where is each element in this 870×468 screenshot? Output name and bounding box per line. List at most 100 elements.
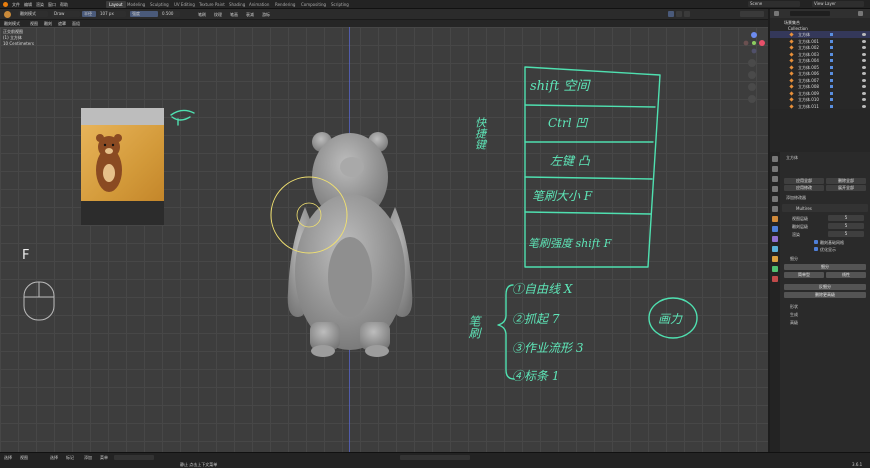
tab-shading[interactable]: Shading [226,1,248,8]
simple-button[interactable]: 简单型 [784,272,824,278]
blender-logo-icon[interactable] [3,2,8,7]
tab-animation[interactable]: Animation [246,1,272,8]
particles-tab-icon[interactable] [772,236,778,242]
generate-section[interactable]: 生成 [790,312,798,318]
render-tab-icon[interactable] [772,166,778,172]
tab-texture-paint[interactable]: Texture Paint [196,1,228,8]
visibility-eye-icon[interactable] [862,85,866,88]
pan-icon[interactable] [748,71,756,79]
menu-edit[interactable]: 编辑 [24,2,32,8]
modifier-wrench-icon[interactable] [830,85,833,88]
visibility-eye-icon[interactable] [862,98,866,101]
modifier-wrench-icon[interactable] [830,52,833,56]
zoom-icon[interactable] [748,59,756,67]
symmetry-x-button[interactable] [668,11,674,17]
camera-icon[interactable] [748,83,756,91]
visibility-eye-icon[interactable] [862,33,866,36]
tab-scripting[interactable]: Scripting [328,1,352,8]
3d-viewport[interactable]: 正交前视图 (1) 立方体 10 Centimeters F 快捷键 shift… [0,27,768,452]
scene-selector[interactable]: Scene [748,1,800,7]
world-tab-icon[interactable] [772,206,778,212]
shape-section[interactable]: 形状 [790,304,798,310]
tab-modeling[interactable]: Modeling [124,1,148,8]
symmetry-y-button[interactable] [676,11,682,17]
bottom-add-menu[interactable]: 添加 [84,455,92,461]
output-tab-icon[interactable] [772,176,778,182]
optimal-display-checkbox[interactable] [814,247,818,251]
mode-selector[interactable]: 雕刻模式 [18,11,48,17]
brush-selector[interactable]: Draw [52,11,80,17]
modifier-header[interactable]: Multires [782,204,868,212]
perspective-toggle-icon[interactable] [748,95,756,103]
symmetry-z-button[interactable] [684,11,690,17]
subdivision-section[interactable]: 细分 [790,256,798,262]
visibility-eye-icon[interactable] [862,39,866,43]
modifier-wrench-icon[interactable] [830,72,833,75]
subdivide-button[interactable]: 细分 [784,264,866,270]
outliner-editor-icon[interactable] [774,11,779,16]
menu-file[interactable]: 文件 [12,2,20,8]
filter-icon[interactable] [858,11,863,16]
constraints-tab-icon[interactable] [772,256,778,262]
tab-rendering[interactable]: Rendering [272,1,298,8]
modifier-wrench-icon[interactable] [830,59,833,62]
radius-field[interactable]: 107 px [98,11,126,17]
modifier-wrench-icon[interactable] [830,91,833,95]
tool-tab-icon[interactable] [772,156,778,162]
visibility-eye-icon[interactable] [862,52,866,56]
dropdown-cursor[interactable]: 游标 [262,12,270,18]
menu-render[interactable]: 渲染 [36,2,44,8]
strength-field[interactable]: 0.500 [160,11,180,17]
navigation-gizmo[interactable] [742,31,766,55]
unsubdivide-button[interactable]: 反细分 [784,284,866,290]
menu-help[interactable]: 帮助 [60,2,68,8]
render-levels-field[interactable]: 5 [828,231,864,237]
sculpt-levels-field[interactable]: 5 [828,223,864,229]
visibility-eye-icon[interactable] [862,59,866,62]
advanced-section[interactable]: 高级 [790,320,798,326]
viewport-shading-button[interactable] [740,11,764,17]
add-modifier-button[interactable]: 添加修改器 [786,195,806,201]
bottom-view-menu[interactable]: 视图 [20,455,28,461]
expand-all-button[interactable]: 展开全部 [826,185,866,191]
dropdown-brush[interactable]: 笔刷 [198,12,206,18]
tab-compositing[interactable]: Compositing [298,1,329,8]
linear-button[interactable]: 线性 [826,272,866,278]
bottom-marker-menu[interactable]: 标记 [66,455,74,461]
tab-uv-editing[interactable]: UV Editing [171,1,198,8]
apply-modifier-button[interactable]: 应用修改 [784,185,824,191]
menu-window[interactable]: 窗口 [48,2,56,8]
sculpt-base-mesh-checkbox[interactable] [814,240,818,244]
modifier-wrench-icon[interactable] [830,46,833,49]
modifier-wrench-icon[interactable] [830,104,833,108]
frame-range-field[interactable] [400,455,470,460]
tab-sculpting[interactable]: Sculpting [147,1,172,8]
dropdown-texture[interactable]: 纹理 [214,12,222,18]
object-tab-icon[interactable] [772,216,778,222]
dropdown-falloff[interactable]: 衰减 [246,12,254,18]
bottom-select2-menu[interactable]: 选择 [50,455,58,461]
modifier-wrench-icon[interactable] [830,39,833,43]
physics-tab-icon[interactable] [772,246,778,252]
playback-controls[interactable] [114,455,154,460]
visibility-eye-icon[interactable] [862,78,866,82]
visibility-eye-icon[interactable] [862,72,866,75]
visibility-eye-icon[interactable] [862,65,866,69]
visibility-eye-icon[interactable] [862,104,866,108]
modifier-wrench-icon[interactable] [830,78,833,82]
data-tab-icon[interactable] [772,266,778,272]
dropdown-stroke[interactable]: 笔画 [230,12,238,18]
apply-all-button[interactable]: 应用全部 [784,178,824,184]
bottom-misc-menu[interactable]: 菜单 [100,455,108,461]
modifier-wrench-icon[interactable] [830,65,833,69]
brush-icon[interactable] [4,11,11,18]
levels-viewport-field[interactable]: 5 [828,215,864,221]
scene-tab-icon[interactable] [772,196,778,202]
modifier-wrench-icon[interactable] [830,33,833,36]
material-tab-icon[interactable] [772,276,778,282]
view-layer-tab-icon[interactable] [772,186,778,192]
view-layer-selector[interactable]: View Layer [812,1,864,7]
visibility-eye-icon[interactable] [862,91,866,95]
bottom-select-menu[interactable]: 选择 [4,455,12,461]
delete-all-button[interactable]: 删除全部 [826,178,866,184]
